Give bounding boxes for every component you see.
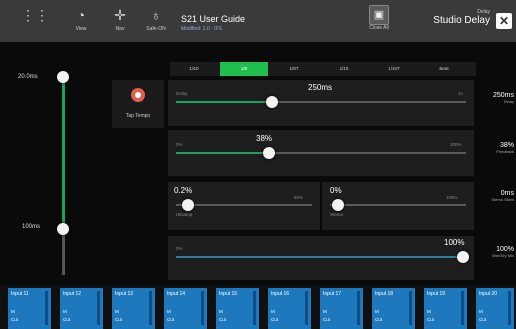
channel-meter (305, 291, 308, 325)
effect-name: Delay Studio Delay (433, 9, 490, 26)
channel-meter (201, 291, 204, 325)
hidamp-value: 0.2% (174, 186, 193, 195)
channel-meter (409, 291, 412, 325)
tab-1-4d[interactable]: 1/4D (170, 62, 218, 76)
channel-input-20[interactable]: Input 20 M Cut (476, 288, 514, 329)
stereo-value: 0% (330, 186, 342, 195)
feedback-knob[interactable] (263, 147, 275, 159)
mix-readout: 100% Wet/Dry Mix (492, 246, 514, 258)
stereo-knob[interactable] (332, 199, 344, 211)
tab-1-8[interactable]: 1/8 (220, 62, 268, 76)
session-subtitle: Modified: 1.0 · IFS (181, 26, 222, 32)
close-all-button[interactable]: ▣ Close All (368, 5, 390, 37)
stereo-param-row: 0% 100% Stereo (322, 182, 474, 230)
channel-meter (357, 291, 360, 325)
view-icon: ◔ (76, 7, 86, 23)
tap-tempo-label: Tap Tempo (125, 113, 151, 119)
safe-button[interactable]: ♁ Safe-ON (141, 4, 171, 38)
hidamp-param-row: 0.2% 50% HiDamp (168, 182, 320, 230)
channel-input-11[interactable]: Input 11 M Cut (8, 288, 51, 329)
channel-meter (149, 291, 152, 325)
channel-input-13[interactable]: Input 13 M Cut (112, 288, 155, 329)
session-title: S21 User Guide (181, 14, 246, 24)
feedback-value: 38% (256, 134, 273, 143)
top-bar: ⋮⋮ ◔ View ✛ Nav ♁ Safe-ON S21 User Guide… (0, 0, 516, 42)
channel-input-16[interactable]: Input 16 M Cut (268, 288, 311, 329)
feedback-param-row: 0% 100% 38% (168, 130, 474, 176)
tab-beat[interactable]: Beat (420, 62, 468, 76)
channel-input-14[interactable]: Input 14 M Cut (164, 288, 207, 329)
channel-input-19[interactable]: Input 19 M Cut (424, 288, 467, 329)
fader-knob[interactable] (57, 223, 69, 235)
hidamp-knob[interactable] (182, 199, 194, 211)
channel-input-12[interactable]: Input 12 M Cut (60, 288, 103, 329)
close-all-icon: ▣ (369, 5, 389, 25)
note-division-tabs: 1/4D 1/8 1/8T 1/16 1/16T Beat (170, 62, 476, 76)
fader-top-label: 20.0ms (18, 74, 38, 80)
routing-button[interactable]: ⋮⋮ (20, 4, 50, 38)
channel-input-17[interactable]: Input 17 M Cut (320, 288, 363, 329)
channel-input-18[interactable]: Input 18 M Cut (372, 288, 415, 329)
tap-tempo-button[interactable] (131, 88, 145, 102)
channel-strip: Input 11 M Cut Input 12 M Cut Input 13 M Cut I… (0, 285, 516, 329)
mix-value: 100% (444, 238, 465, 247)
channel-meter (45, 291, 48, 325)
mix-knob[interactable] (457, 251, 469, 263)
channel-meter (508, 291, 511, 325)
routing-icon: ⋮⋮ (21, 7, 49, 23)
fader-bottom-label: 100ms (22, 224, 41, 230)
left-fader-panel: 20.0ms 100ms (6, 50, 110, 282)
view-button[interactable]: ◔ View (66, 4, 96, 38)
safe-icon: ♁ (150, 7, 162, 23)
fader-fill (62, 77, 65, 229)
channel-input-15[interactable]: Input 15 M Cut (216, 288, 259, 329)
feedback-readout: 38% Feedback (496, 142, 514, 154)
nav-icon: ✛ (114, 7, 126, 23)
delay-value: 250ms (308, 83, 333, 92)
fader-top-knob[interactable] (57, 71, 69, 83)
channel-meter (461, 291, 464, 325)
tab-1-8t[interactable]: 1/8T (270, 62, 318, 76)
delay-readout: 250ms Delay (492, 92, 514, 104)
delay-knob[interactable] (266, 96, 278, 108)
channel-meter (253, 291, 256, 325)
tab-1-16t[interactable]: 1/16T (370, 62, 418, 76)
nav-button[interactable]: ✛ Nav (105, 4, 135, 38)
stereo-slider[interactable] (330, 204, 466, 206)
tab-1-16[interactable]: 1/16 (320, 62, 368, 76)
stereo-readout: 0ms Stereo Skew (491, 190, 514, 202)
mix-param-row: 0% 100% (168, 236, 474, 280)
hidamp-slider[interactable] (176, 204, 312, 206)
close-button[interactable]: ✕ (496, 13, 512, 29)
tap-tempo-panel: Tap Tempo (112, 80, 164, 128)
delay-param-row: Delay 1s 250ms (168, 80, 474, 126)
channel-meter (97, 291, 100, 325)
